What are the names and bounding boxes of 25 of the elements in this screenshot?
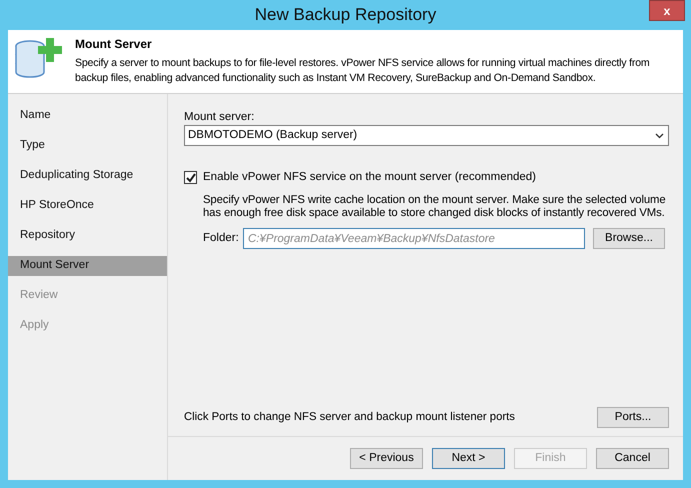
field-label: Mount server: <box>184 111 256 124</box>
mount-server-dropdown[interactable]: DBMOTODEMO (Backup server) <box>184 125 669 146</box>
browse-button[interactable]: Browse... <box>593 228 665 250</box>
wizard-button[interactable]: < Previous <box>350 448 423 469</box>
dropdown-value: DBMOTODEMO (Backup server) <box>188 128 358 143</box>
close-button[interactable]: x <box>649 0 685 21</box>
folder-input[interactable]: C:¥ProgramData¥Veeam¥Backup¥NfsDatastore <box>243 228 585 250</box>
ports-button[interactable]: Ports... <box>597 407 669 428</box>
step-item[interactable]: Type <box>8 136 167 156</box>
ports-hint: Click Ports to change NFS server and backup mount listener ports <box>184 410 516 426</box>
step-item[interactable]: Deduplicating Storage <box>8 166 167 186</box>
window-title: New Backup Repository <box>254 4 436 26</box>
folder-label: Folder: <box>203 231 240 246</box>
chevron-down-icon <box>655 132 664 138</box>
step-item[interactable]: HP StoreOnce <box>8 196 167 216</box>
wizard-button[interactable]: Cancel <box>596 448 669 469</box>
cache-description: Specify vPower NFS write cache location on the mount server. Make sure the selected volume has enough free disk space available to store changed disk blocks of instantly recovered VMs. <box>203 194 667 220</box>
step-item[interactable]: Name <box>8 106 167 126</box>
wizard-button[interactable]: Next > <box>432 448 505 469</box>
page-title: Mount Server <box>75 36 153 53</box>
checkbox[interactable] <box>184 171 197 184</box>
step-item[interactable]: Mount Server <box>8 256 167 276</box>
page-description: Specify a server to mount backups to for file-level restores. vPower NFS service allows for running virtual machines directly from backup files, enabling advanced functionality such as Instant VM Recovery, SureBackup and On-Demand Sandbox. <box>75 56 651 86</box>
checkbox-label: Enable vPower NFS service on the mount server (recommended) <box>203 170 536 185</box>
step-item[interactable]: Repository <box>8 226 167 246</box>
